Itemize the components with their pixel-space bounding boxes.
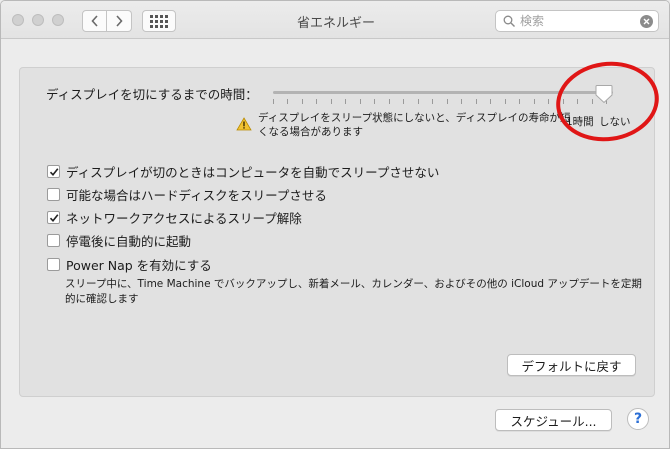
- option-restart-power-failure[interactable]: 停電後に自動的に起動: [47, 231, 191, 250]
- option-disk-sleep[interactable]: 可能な場合はハードディスクをスリープさせる: [47, 185, 327, 204]
- checkbox[interactable]: [47, 211, 60, 224]
- slider-tick: [432, 99, 434, 104]
- slider-tick: [490, 99, 492, 104]
- option-label: ディスプレイが切のときはコンピュータを自動でスリープさせない: [66, 165, 440, 180]
- slider-tick: [403, 99, 405, 104]
- option-label: 可能な場合はハードディスクをスリープさせる: [66, 188, 327, 203]
- slider-tick: [504, 99, 506, 104]
- schedule-button[interactable]: スケジュール...: [495, 409, 612, 431]
- clear-search-button[interactable]: [640, 15, 653, 28]
- checkbox[interactable]: [47, 188, 60, 201]
- slider-tick: [359, 99, 361, 104]
- help-button[interactable]: ?: [627, 408, 649, 430]
- checkbox[interactable]: [47, 258, 60, 271]
- slider-tick: [548, 99, 550, 104]
- option-power-nap[interactable]: Power Nap を有効にする: [47, 255, 212, 274]
- slider-tick: [374, 99, 376, 104]
- checkmark-icon: [49, 213, 58, 222]
- slider-tick: [330, 99, 332, 104]
- checkbox[interactable]: [47, 165, 60, 178]
- preferences-window: 省エネルギー ディスプレイを切にするまでの時間： ディスプレイをスリープ状態にし…: [0, 0, 670, 449]
- warning-message: ディスプレイをスリープ状態にしないと、ディスプレイの寿命が短くなる場合があります: [258, 112, 571, 138]
- option-label: 停電後に自動的に起動: [66, 234, 192, 249]
- toolbar: 省エネルギー: [1, 1, 669, 39]
- slider-tick: [301, 99, 303, 104]
- search-icon: [503, 15, 515, 27]
- slider-tick: [475, 99, 477, 104]
- slider-tick: [388, 99, 390, 104]
- slider-tick: [417, 99, 419, 104]
- display-sleep-label: ディスプレイを切にするまでの時間：: [46, 87, 258, 102]
- slider-tick: [519, 99, 521, 104]
- slider-tick: [533, 99, 535, 104]
- slider-tick: [345, 99, 347, 104]
- search-field[interactable]: [495, 10, 659, 32]
- restore-defaults-button[interactable]: デフォルトに戻す: [507, 354, 636, 376]
- slider-tick: [446, 99, 448, 104]
- option-wake-network[interactable]: ネットワークアクセスによるスリープ解除: [47, 208, 302, 227]
- checkbox[interactable]: [47, 234, 60, 247]
- option-prevent-sleep[interactable]: ディスプレイが切のときはコンピュータを自動でスリープさせない: [47, 162, 439, 181]
- power-nap-description: スリープ中に、Time Machine でバックアップし、新着メール、カレンダー…: [65, 278, 642, 305]
- checkmark-icon: [49, 167, 58, 176]
- search-input[interactable]: [520, 13, 635, 29]
- slider-tick: [287, 99, 289, 104]
- slider-tick: [316, 99, 318, 104]
- slider-tick: [273, 99, 274, 104]
- option-label: Power Nap を有効にする: [66, 258, 212, 273]
- slider-tick: [461, 99, 463, 104]
- warning-icon: [236, 117, 252, 131]
- close-icon: [643, 18, 650, 25]
- option-label: ネットワークアクセスによるスリープ解除: [66, 211, 302, 226]
